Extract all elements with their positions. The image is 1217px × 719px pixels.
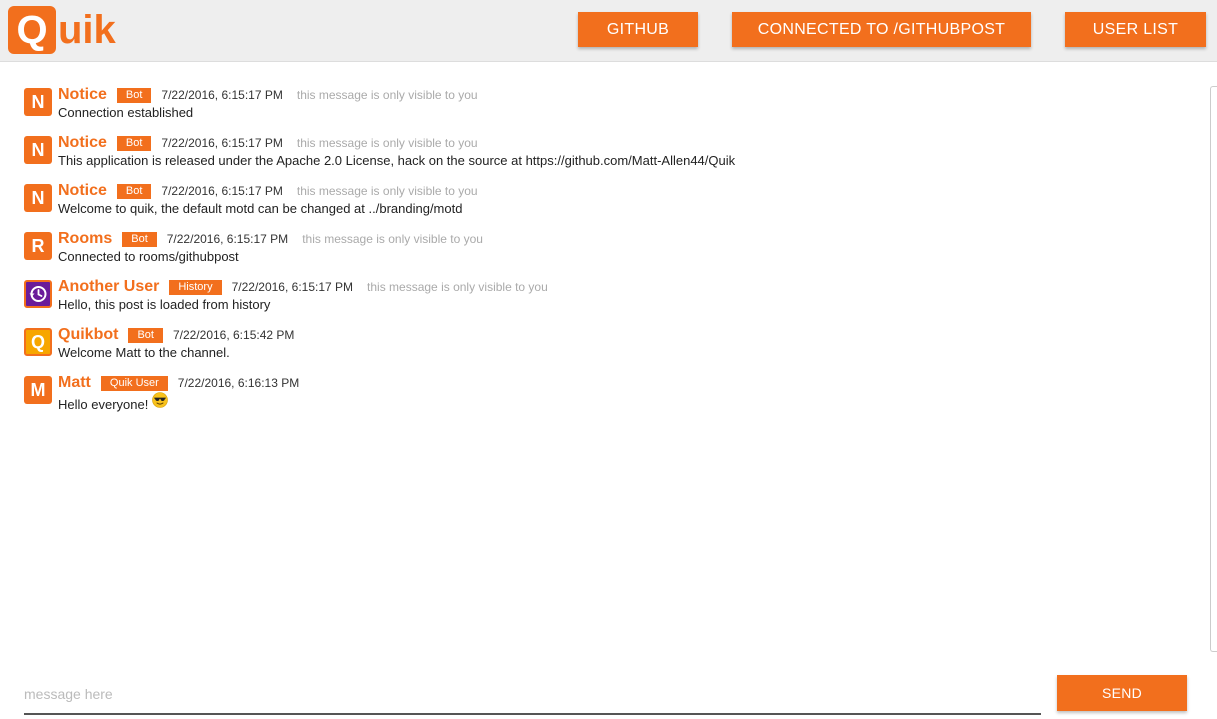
message-text: Welcome to quik, the default motd can be… [58, 201, 462, 216]
message-body: This application is released under the A… [58, 153, 736, 168]
top-bar: Q uik GITHUB CONNECTED TO /GITHUBPOST US… [0, 0, 1217, 62]
message-item: R Rooms Bot 7/22/2016, 6:15:17 PM this m… [24, 228, 1174, 268]
timestamp: 7/22/2016, 6:16:13 PM [177, 376, 300, 390]
sender-name: Notice [58, 86, 107, 103]
user-list-button[interactable]: USER LIST [1065, 12, 1206, 47]
avatar: N [24, 88, 52, 116]
avatar: R [24, 232, 52, 260]
sender-name: Notice [58, 182, 107, 199]
scroll-frame[interactable] [1210, 86, 1217, 652]
role-badge: Bot [128, 327, 163, 343]
timestamp: 7/22/2016, 6:15:17 PM [166, 232, 289, 246]
role-badge: Quik User [100, 375, 168, 391]
private-note: this message is only visible to you [296, 184, 478, 198]
private-note: this message is only visible to you [302, 232, 483, 246]
message-body: Connection established [58, 105, 194, 120]
send-button[interactable]: SEND [1057, 675, 1187, 711]
private-note: this message is only visible to you [367, 280, 548, 294]
message-input[interactable] [24, 676, 1041, 712]
role-badge: Bot [122, 231, 157, 247]
message-item: Another User History 7/22/2016, 6:15:17 … [24, 276, 1174, 316]
message-body: Connected to rooms/githubpost [58, 249, 239, 264]
message-body: Welcome to quik, the default motd can be… [58, 201, 463, 216]
message-item: N Notice Bot 7/22/2016, 6:15:17 PM this … [24, 180, 1174, 220]
message-text: Connection established [58, 105, 193, 120]
role-badge: History [169, 279, 222, 295]
composer [24, 676, 1041, 715]
private-note: this message is only visible to you [296, 136, 478, 150]
role-badge: Bot [116, 87, 152, 103]
role-badge: Bot [116, 183, 152, 199]
timestamp: 7/22/2016, 6:15:17 PM [231, 280, 354, 294]
message-text: This application is released under the A… [58, 153, 735, 168]
message-text: Welcome Matt to the channel. [58, 345, 230, 360]
history-clock-icon [29, 286, 47, 302]
message-text: Connected to rooms/githubpost [58, 249, 239, 264]
github-button[interactable]: GITHUB [578, 12, 698, 47]
message-item: M Matt Quik User 7/22/2016, 6:16:13 PM H… [24, 372, 1174, 412]
message-text: Hello, this post is loaded from history [58, 297, 270, 312]
message-item: Q Quikbot Bot 7/22/2016, 6:15:42 PM Welc… [24, 324, 1174, 364]
message-body: Welcome Matt to the channel. [58, 345, 230, 360]
sender-name: Rooms [58, 230, 113, 247]
logo-q-mark: Q [8, 6, 56, 54]
message-body: Hello everyone! [58, 396, 149, 412]
timestamp: 7/22/2016, 6:15:17 PM [161, 136, 283, 150]
message-text: Hello everyone! [58, 392, 169, 412]
message-item: N Notice Bot 7/22/2016, 6:15:17 PM this … [24, 84, 1174, 124]
timestamp: 7/22/2016, 6:15:17 PM [161, 88, 283, 102]
avatar: N [24, 136, 52, 164]
sender-name: Matt [58, 374, 91, 391]
sender-name: Notice [58, 134, 107, 151]
sender-name: Another User [58, 278, 160, 295]
timestamp: 7/22/2016, 6:15:42 PM [172, 328, 295, 342]
logo-wordmark: uik [58, 8, 116, 52]
message-item: N Notice Bot 7/22/2016, 6:15:17 PM this … [24, 132, 1174, 172]
private-note: this message is only visible to you [296, 88, 478, 102]
sender-name: Quikbot [58, 326, 119, 343]
sunglasses-emoji-icon [152, 392, 169, 408]
role-badge: Bot [116, 135, 152, 151]
avatar: N [24, 184, 52, 212]
connected-room-button[interactable]: CONNECTED TO /GITHUBPOST [732, 12, 1031, 47]
history-icon [24, 280, 52, 308]
avatar: Q [24, 328, 52, 356]
quik-logo: Q uik [8, 6, 116, 54]
timestamp: 7/22/2016, 6:15:17 PM [161, 184, 283, 198]
message-body: Hello, this post is loaded from history [58, 297, 271, 312]
avatar: M [24, 376, 52, 404]
